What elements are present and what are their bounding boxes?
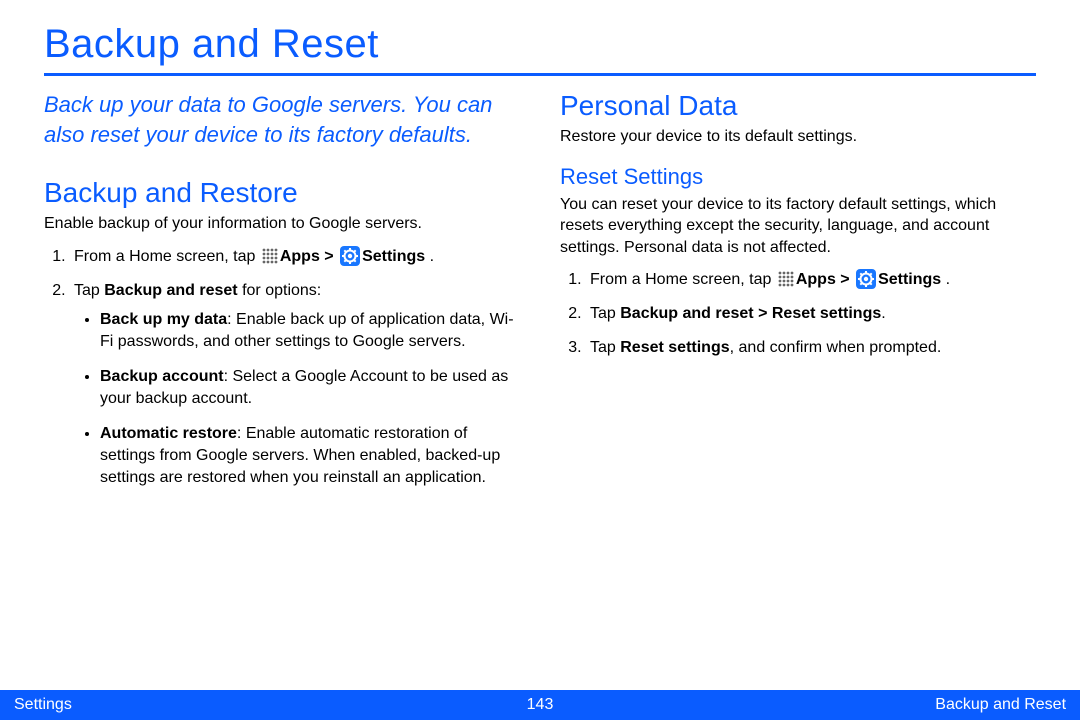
personal-data-lead: Restore your device to its default setti… <box>560 126 1036 148</box>
step-text: . <box>425 248 434 265</box>
step-text: . <box>881 305 885 322</box>
footer-page-number: 143 <box>365 696 716 714</box>
list-item: From a Home screen, tap Apps > Settings … <box>586 268 1036 292</box>
step-text: Tap <box>74 282 104 299</box>
gt-label: > <box>320 248 338 265</box>
apps-icon <box>778 271 794 287</box>
settings-label: Settings <box>878 271 941 288</box>
gt-label: > <box>836 271 854 288</box>
list-item: Backup account: Select a Google Account … <box>100 366 520 409</box>
settings-icon <box>856 269 876 289</box>
list-item: From a Home screen, tap Apps > Settings … <box>70 245 520 269</box>
list-item: Tap Backup and reset > Reset settings. <box>586 302 1036 326</box>
step-text: for options: <box>238 282 322 299</box>
bold-text: Backup and reset > Reset settings <box>620 305 881 322</box>
step-text: Tap <box>590 305 620 322</box>
section-personal-data: Personal Data <box>560 90 1036 122</box>
content-columns: Back up your data to Google servers. You… <box>44 90 1036 502</box>
backup-restore-lead: Enable backup of your information to Goo… <box>44 213 520 235</box>
step-text: From a Home screen, tap <box>590 271 776 288</box>
subsection-reset-settings: Reset Settings <box>560 164 1036 190</box>
footer-left: Settings <box>14 696 365 714</box>
step-text: Tap <box>590 339 620 356</box>
list-item: Back up my data: Enable back up of appli… <box>100 309 520 352</box>
bold-text: Backup and reset <box>104 282 237 299</box>
page-footer: Settings 143 Backup and Reset <box>0 690 1080 720</box>
apps-icon <box>262 248 278 264</box>
backup-restore-steps: From a Home screen, tap Apps > Settings … <box>44 245 520 488</box>
reset-settings-steps: From a Home screen, tap Apps > Settings … <box>560 268 1036 360</box>
left-column: Back up your data to Google servers. You… <box>44 90 520 502</box>
option-title: Back up my data <box>100 311 227 328</box>
right-column: Personal Data Restore your device to its… <box>560 90 1036 502</box>
list-item: Tap Backup and reset for options: Back u… <box>70 279 520 488</box>
apps-label: Apps <box>796 271 836 288</box>
step-text: . <box>941 271 950 288</box>
step-text: From a Home screen, tap <box>74 248 260 265</box>
bold-text: Reset settings <box>620 339 729 356</box>
option-title: Backup account <box>100 368 224 385</box>
step-text: , and confirm when prompted. <box>730 339 942 356</box>
option-title: Automatic restore <box>100 425 237 442</box>
page-title: Backup and Reset <box>44 22 1036 67</box>
backup-options-list: Back up my data: Enable back up of appli… <box>74 309 520 488</box>
settings-label: Settings <box>362 248 425 265</box>
list-item: Automatic restore: Enable automatic rest… <box>100 423 520 488</box>
apps-label: Apps <box>280 248 320 265</box>
list-item: Tap Reset settings, and confirm when pro… <box>586 336 1036 360</box>
intro-text: Back up your data to Google servers. You… <box>44 90 520 149</box>
section-backup-restore: Backup and Restore <box>44 177 520 209</box>
title-divider <box>44 73 1036 76</box>
footer-right: Backup and Reset <box>715 696 1066 714</box>
reset-settings-lead: You can reset your device to its factory… <box>560 194 1036 259</box>
settings-icon <box>340 246 360 266</box>
